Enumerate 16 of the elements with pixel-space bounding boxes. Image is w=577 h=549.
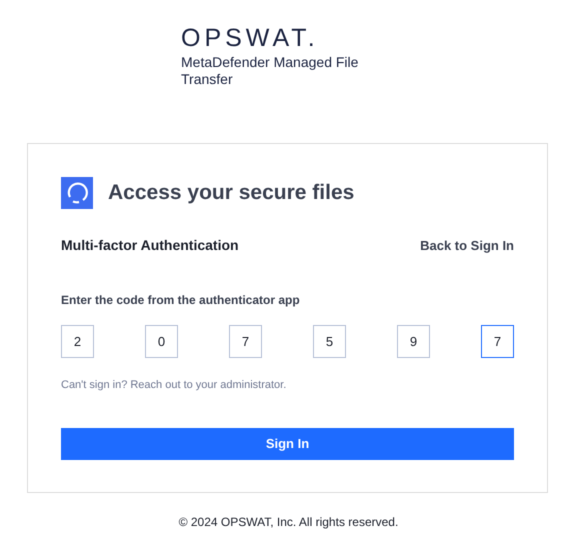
code-digit-field[interactable]: 7	[229, 325, 262, 358]
code-label: Enter the code from the authenticator app	[61, 292, 301, 309]
copyright-text: © 2024 OPSWAT, Inc. All rights reserved.	[178, 514, 400, 531]
ring-logo-icon	[61, 177, 93, 209]
code-digit-field[interactable]: 5	[313, 325, 346, 358]
code-digit-field[interactable]: 2	[61, 325, 94, 358]
code-digit-field[interactable]: 0	[145, 325, 178, 358]
product-name: MetaDefender Managed File Transfer	[181, 54, 360, 88]
help-text: Can't sign in? Reach out to your administrator.	[61, 378, 288, 393]
card-title: Access your secure files	[108, 180, 354, 206]
back-link[interactable]: Back to Sign In	[420, 236, 514, 256]
section-heading: Multi-factor Authentication	[61, 236, 239, 255]
code-digit-field[interactable]: 9	[397, 325, 430, 358]
sign-in-button[interactable]: Sign In	[61, 428, 514, 460]
code-digit-field[interactable]: 7	[481, 325, 514, 358]
brand-logo: OPSWAT.	[181, 24, 319, 52]
